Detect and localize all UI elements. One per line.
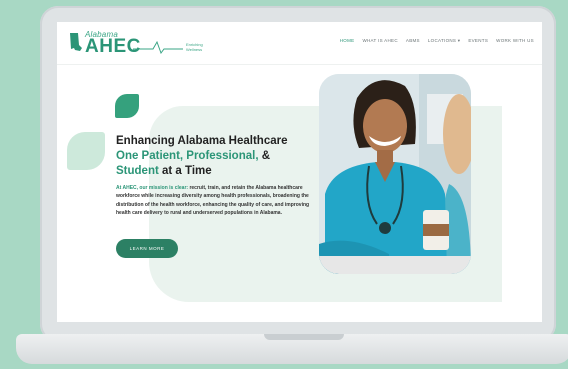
mission-lead: At AHEC, our mission is clear: [116,185,189,191]
laptop-notch [264,334,344,340]
title-line-2-black: & [258,150,271,162]
title-line-1: Enhancing Alabama Healthcare [116,135,288,147]
mission-paragraph: At AHEC, our mission is clear: recruit, … [116,184,312,218]
site-header: Alabama AHEC Enriching Wellness HOME WHA… [57,22,542,65]
main-nav: HOME WHAT IS AHEC ABMS LOCATIONS ▾ EVENT… [340,38,534,44]
leaf-decoration-dark [115,94,139,118]
nurse-illustration [319,74,471,274]
title-line-3-black: at a Time [158,165,212,177]
leaf-decoration-light [67,132,105,170]
nav-work-with-us[interactable]: WORK WITH US [496,38,534,44]
title-line-3-green: Student [116,165,159,177]
nav-home[interactable]: HOME [340,38,355,44]
laptop-screen: Alabama AHEC Enriching Wellness HOME WHA… [57,22,542,322]
hero-photo [319,74,471,274]
laptop-base [16,334,568,364]
alabama-map-icon [70,33,82,51]
nav-abms[interactable]: ABMS [406,38,420,44]
heartbeat-icon [133,40,183,54]
nav-what-is-ahec[interactable]: WHAT IS AHEC [362,38,397,44]
logo-tagline: Enriching Wellness [186,42,203,52]
nav-events[interactable]: EVENTS [468,38,488,44]
nav-locations[interactable]: LOCATIONS ▾ [428,38,460,44]
hero-title: Enhancing Alabama Healthcare One Patient… [116,134,316,179]
title-line-2-green: One Patient, Professional, [116,150,259,162]
site-logo[interactable]: Alabama AHEC Enriching Wellness [69,30,219,58]
learn-more-button[interactable]: LEARN MORE [116,239,178,258]
